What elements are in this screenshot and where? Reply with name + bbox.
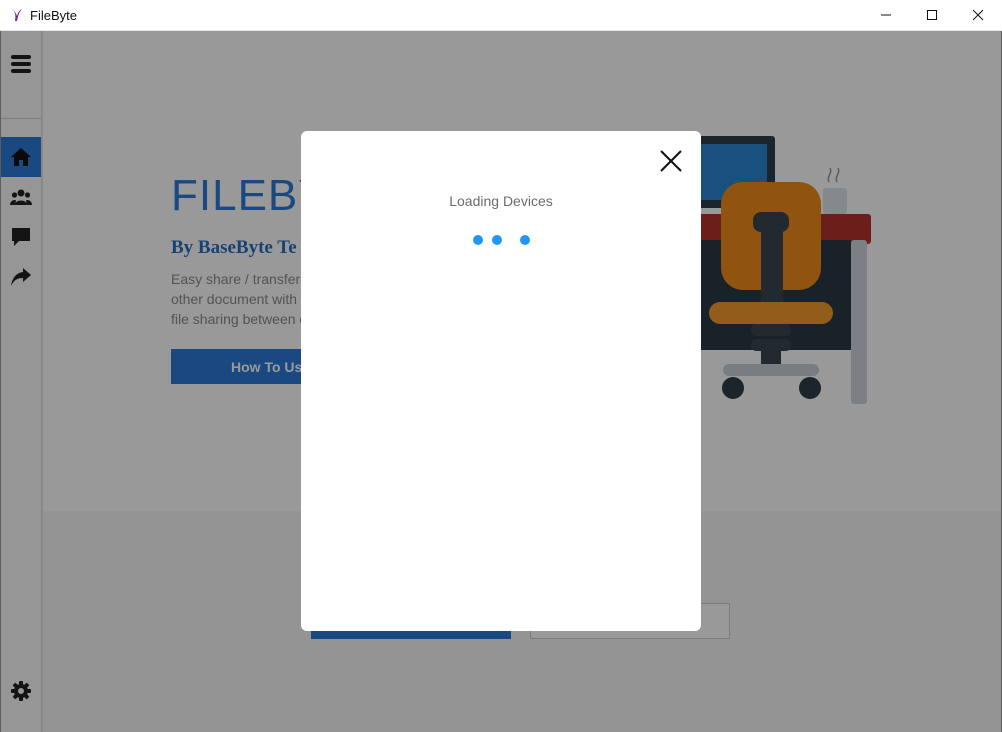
minimize-button[interactable] [863,0,909,30]
maximize-icon [927,10,937,20]
close-icon[interactable] [657,147,685,175]
app-title: FileByte [30,8,77,23]
minimize-icon [881,14,891,16]
loading-devices-dialog: Loading Devices [301,131,701,631]
close-window-button[interactable] [955,0,1001,30]
close-icon [972,9,984,21]
spinner-dot [473,235,483,245]
maximize-button[interactable] [909,0,955,30]
dialog-title: Loading Devices [449,193,553,209]
spinner-dot [520,235,530,245]
spinner-dot [492,235,502,245]
title-bar: FileByte [0,0,1002,31]
app-logo-icon [12,9,22,21]
